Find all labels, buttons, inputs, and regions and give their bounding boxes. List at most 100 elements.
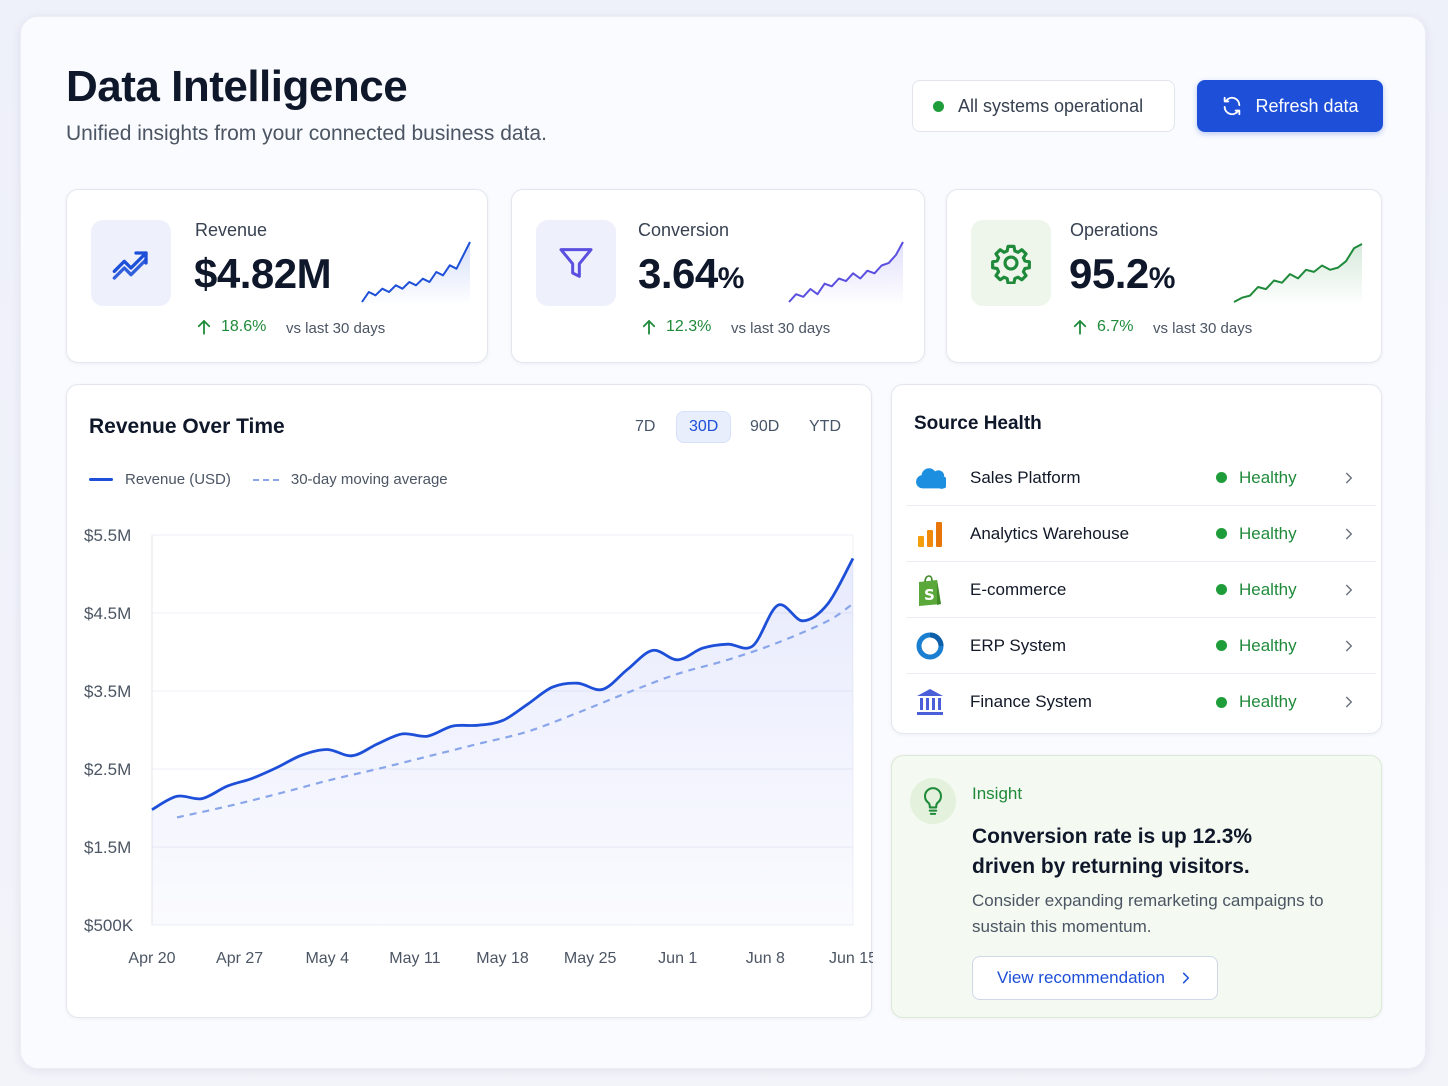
- source-name: E-commerce: [970, 579, 1067, 599]
- kpi-delta: 18.6%: [195, 318, 266, 336]
- kpi-icon-box: [971, 220, 1051, 306]
- revenue-point: [451, 725, 453, 727]
- source-status: Healthy: [1216, 468, 1297, 488]
- source-status-label: Healthy: [1239, 579, 1297, 599]
- revenue-sparkline: [361, 241, 471, 306]
- chart-title: Revenue Over Time: [89, 415, 285, 438]
- operations-sparkline: [1233, 243, 1363, 306]
- page-subtitle: Unified insights from your connected bus…: [66, 122, 547, 145]
- legend-swatch-moving-average: [252, 478, 279, 481]
- revenue-point: [376, 743, 378, 745]
- view-recommendation-button[interactable]: View recommendation: [972, 956, 1218, 1000]
- revenue-point: [576, 682, 578, 684]
- revenue-point: [201, 797, 203, 799]
- moving-average-point: [677, 673, 679, 675]
- source-health-card: Source Health Sales Platform Healthy Ana…: [891, 384, 1382, 734]
- funnel-icon: [559, 248, 593, 278]
- chevron-right-icon: [1345, 472, 1353, 483]
- source-name: Analytics Warehouse: [970, 523, 1130, 543]
- revenue-point: [476, 724, 478, 726]
- page-title: Data Intelligence: [66, 62, 408, 111]
- revenue-point: [351, 755, 353, 757]
- source-status-label: Healthy: [1239, 467, 1297, 487]
- revenue-point: [601, 688, 603, 690]
- bank-icon: [914, 686, 946, 718]
- system-status-badge: All systems operational: [912, 80, 1175, 132]
- refresh-icon: [1224, 96, 1241, 116]
- kpi-value-number: 95.2: [1069, 250, 1149, 297]
- revenue-point: [426, 735, 428, 737]
- chart-legend: Revenue (USD) 30-day moving average: [89, 471, 448, 488]
- source-row-sales-platform[interactable]: Sales Platform Healthy: [906, 450, 1376, 506]
- status-dot-icon: [1216, 528, 1227, 539]
- source-status-label: Healthy: [1239, 692, 1297, 711]
- range-tab-30d[interactable]: 30D: [676, 411, 732, 443]
- source-status: Healthy: [1216, 636, 1297, 656]
- source-status: Healthy: [1216, 524, 1297, 544]
- y-tick-label: $500K: [84, 916, 134, 935]
- system-status-text: All systems operational: [958, 95, 1144, 116]
- kpi-delta-value: 6.7%: [1097, 318, 1134, 335]
- legend-label-revenue: Revenue (USD): [125, 471, 231, 488]
- x-tick-label: Jun 15: [829, 950, 873, 967]
- moving-average-point: [626, 691, 628, 693]
- refresh-data-button[interactable]: Refresh data: [1197, 80, 1383, 132]
- revenue-point: [551, 686, 553, 688]
- x-tick-label: May 4: [305, 950, 349, 967]
- y-tick-label: $3.5M: [84, 682, 131, 701]
- y-tick-label: $2.5M: [84, 760, 131, 779]
- conversion-sparkline: [788, 241, 904, 306]
- view-recommendation-label: View recommendation: [997, 968, 1165, 987]
- kpi-compare: vs last 30 days: [286, 320, 386, 337]
- x-tick-label: May 18: [476, 950, 529, 967]
- moving-average-point: [827, 620, 829, 622]
- svg-text:S: S: [924, 586, 935, 604]
- refresh-data-label: Refresh data: [1255, 95, 1359, 116]
- moving-average-point: [376, 768, 378, 770]
- legend-label-moving-average: 30-day moving average: [290, 471, 448, 488]
- source-health-title: Source Health: [914, 413, 1042, 434]
- kpi-icon-box: [91, 220, 171, 306]
- kpi-delta: 12.3%: [640, 318, 711, 336]
- moving-average-point: [326, 780, 328, 782]
- revenue-point: [301, 754, 303, 756]
- source-row-analytics-warehouse[interactable]: Analytics Warehouse Healthy: [906, 506, 1376, 562]
- revenue-point: [326, 748, 328, 750]
- moving-average-point: [426, 755, 428, 757]
- source-name: Finance System: [970, 692, 1092, 711]
- revenue-point: [226, 785, 228, 787]
- cloud-icon: [914, 462, 946, 494]
- source-row-e-commerce[interactable]: S E-commerce Healthy: [906, 562, 1376, 618]
- source-status-label: Healthy: [1239, 635, 1297, 655]
- x-tick-label: May 11: [389, 950, 440, 967]
- x-tick-label: Apr 27: [216, 950, 263, 967]
- chevron-right-icon: [1345, 584, 1353, 595]
- moving-average-point: [176, 816, 178, 818]
- revenue-point: [677, 659, 679, 661]
- revenue-point: [777, 604, 779, 606]
- insight-headline: Conversion rate is up 12.3% driven by re…: [972, 825, 1253, 878]
- range-tab-ytd[interactable]: YTD: [797, 411, 853, 443]
- source-row-finance-system[interactable]: Finance System Healthy: [906, 674, 1376, 730]
- status-dot-icon: [1216, 472, 1227, 483]
- insight-tag: Insight: [972, 784, 1023, 803]
- revenue-point: [151, 808, 153, 810]
- kpi-icon-box: [536, 220, 616, 306]
- status-dot-icon: [1216, 696, 1227, 708]
- chevron-right-icon: [1345, 528, 1353, 539]
- moving-average-point: [526, 730, 528, 732]
- sparkline-area: [1234, 244, 1362, 306]
- kpi-value-number: $4.82M: [194, 250, 332, 297]
- range-tab-7d[interactable]: 7D: [623, 411, 667, 443]
- moving-average-point: [727, 659, 729, 661]
- kpi-delta-value: 18.6%: [221, 318, 267, 335]
- range-tab-90d[interactable]: 90D: [738, 411, 791, 443]
- kpi-label: Conversion: [638, 220, 730, 240]
- kpi-card-conversion: Conversion 3.64% 12.3% vs last 30 days: [511, 189, 925, 363]
- source-row-erp-system[interactable]: ERP System Healthy: [906, 618, 1376, 674]
- bar-chart-icon: [914, 518, 946, 550]
- arrow-up-icon: [642, 320, 656, 335]
- ring-icon: [914, 630, 946, 662]
- kpi-compare: vs last 30 days: [731, 320, 831, 337]
- kpi-delta-value: 12.3%: [666, 318, 712, 335]
